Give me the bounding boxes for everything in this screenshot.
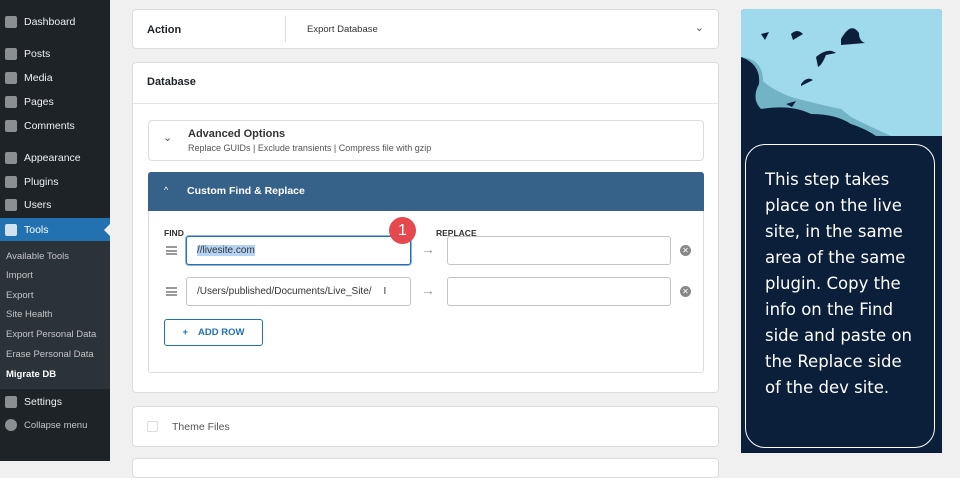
theme-files-option[interactable]: Theme Files xyxy=(132,406,719,447)
comment-icon xyxy=(5,120,17,132)
step-badge: 1 xyxy=(389,217,416,244)
submenu-site-health[interactable]: Site Health xyxy=(6,309,52,320)
collapse-menu-button[interactable]: Collapse menu xyxy=(0,413,110,437)
submenu-available-tools[interactable]: Available Tools xyxy=(6,251,69,262)
text-cursor-icon: I xyxy=(383,286,387,297)
pages-icon xyxy=(5,96,17,108)
add-row-label: ADD ROW xyxy=(198,327,245,338)
remove-row-icon[interactable]: ✕ xyxy=(680,286,691,297)
sidebar-item-plugins[interactable]: Plugins xyxy=(0,170,110,194)
theme-files-label: Theme Files xyxy=(172,421,230,433)
pin-icon xyxy=(5,48,17,60)
sidebar-item-posts[interactable]: Posts xyxy=(0,42,110,66)
submenu-export[interactable]: Export xyxy=(6,290,33,301)
birds-illustration xyxy=(741,9,942,136)
brush-icon xyxy=(5,152,17,164)
remove-row-icon[interactable]: ✕ xyxy=(680,245,691,256)
divider xyxy=(285,16,286,42)
chevron-up-icon: ^ xyxy=(164,185,169,195)
find-replace-panel: ^ Custom Find & Replace FIND REPLACE //l… xyxy=(148,172,704,373)
database-panel: Database ⌄ Advanced Options Replace GUID… xyxy=(132,62,719,393)
arrow-right-icon: → xyxy=(421,241,435,257)
sidebar-item-dashboard[interactable]: Dashboard xyxy=(0,10,110,34)
find-replace-header[interactable]: ^ Custom Find & Replace xyxy=(148,172,704,211)
user-icon xyxy=(5,199,17,211)
tools-submenu: Available Tools Import Export Site Healt… xyxy=(0,241,110,389)
submenu-erase-personal-data[interactable]: Erase Personal Data xyxy=(6,349,94,360)
find-replace-title: Custom Find & Replace xyxy=(187,185,305,197)
current-indicator xyxy=(98,224,110,236)
sidebar-item-comments[interactable]: Comments xyxy=(0,114,110,138)
dashboard-icon xyxy=(5,16,17,28)
advanced-options-summary: Replace GUIDs | Exclude transients | Com… xyxy=(188,143,432,153)
sidebar-item-appearance[interactable]: Appearance xyxy=(0,146,110,170)
plugin-icon xyxy=(5,176,17,188)
submenu-import[interactable]: Import xyxy=(6,270,33,281)
find-input[interactable]: //livesite.com xyxy=(186,236,411,265)
submenu-migrate-db[interactable]: Migrate DB xyxy=(6,369,56,380)
collapse-icon xyxy=(5,419,17,431)
advanced-options-title: Advanced Options xyxy=(188,128,286,140)
sidebar-item-users[interactable]: Users xyxy=(0,193,110,217)
action-select[interactable]: Action Export Database ⌄ xyxy=(132,9,719,49)
plus-icon: + xyxy=(182,327,189,338)
media-icon xyxy=(5,72,17,84)
action-label: Action xyxy=(147,24,182,36)
wrench-icon xyxy=(5,223,17,236)
sidebar-item-settings[interactable]: Settings xyxy=(0,390,110,414)
drag-handle-icon[interactable] xyxy=(166,287,177,296)
find-input[interactable]: /Users/published/Documents/Live_Site/I xyxy=(186,277,411,306)
add-row-button[interactable]: + ADD ROW xyxy=(164,319,263,346)
database-title: Database xyxy=(147,76,196,88)
find-input-value: /Users/published/Documents/Live_Site/ xyxy=(197,286,372,297)
next-panel xyxy=(132,458,719,478)
sidebar-item-tools[interactable]: Tools xyxy=(0,218,110,241)
chevron-down-icon: ⌄ xyxy=(694,22,704,34)
replace-input[interactable] xyxy=(447,236,671,265)
settings-icon xyxy=(5,396,17,408)
callout-text: This step takes place on the live site, … xyxy=(745,144,935,448)
replace-input[interactable] xyxy=(447,277,671,306)
advanced-options-toggle[interactable]: ⌄ Advanced Options Replace GUIDs | Exclu… xyxy=(148,120,704,161)
drag-handle-icon[interactable] xyxy=(166,246,177,255)
chevron-down-icon: ⌄ xyxy=(163,132,173,144)
theme-files-checkbox[interactable] xyxy=(147,421,158,432)
sidebar-item-media[interactable]: Media xyxy=(0,66,110,90)
instruction-callout: This step takes place on the live site, … xyxy=(741,9,942,453)
action-value: Export Database xyxy=(307,24,378,35)
find-input-value: //livesite.com xyxy=(197,245,255,256)
find-label: FIND xyxy=(164,228,184,238)
divider xyxy=(133,103,718,104)
sidebar-item-pages[interactable]: Pages xyxy=(0,90,110,114)
submenu-export-personal-data[interactable]: Export Personal Data xyxy=(6,329,96,340)
admin-sidebar: Dashboard Posts Media Pages Comments App… xyxy=(0,0,110,461)
arrow-right-icon: → xyxy=(421,282,435,298)
